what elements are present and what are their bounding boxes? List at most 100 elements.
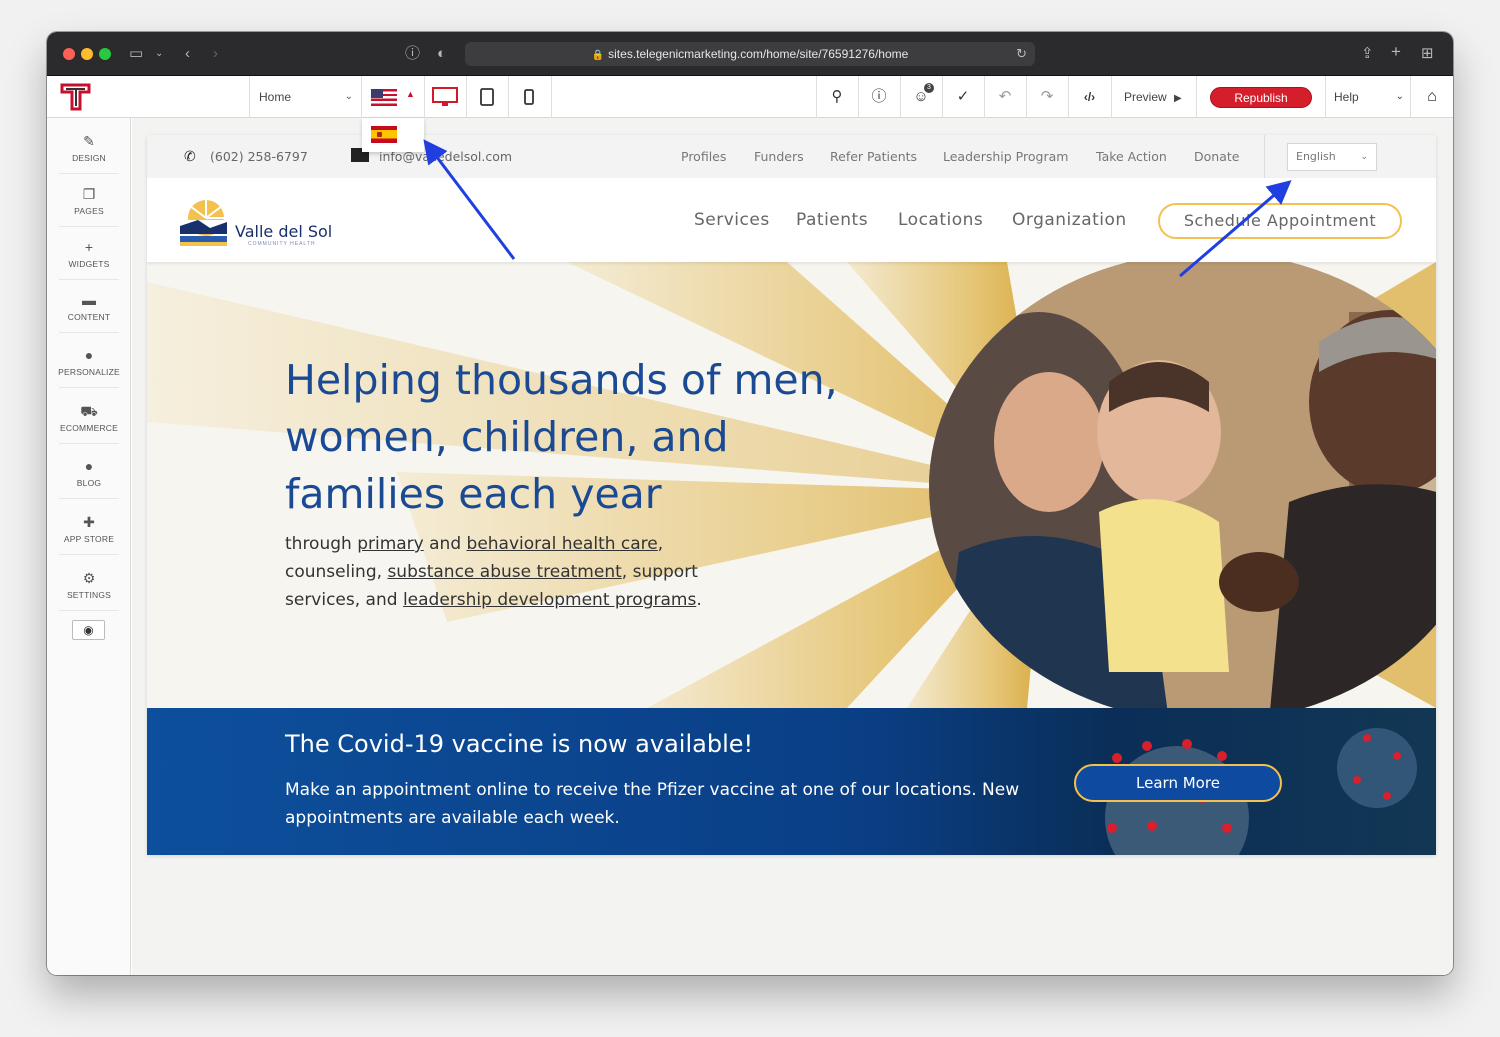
sidebar-item-personalize[interactable]: ● PERSONALIZE bbox=[47, 336, 131, 388]
home-button[interactable]: ⌂ bbox=[1411, 76, 1453, 118]
sidebar-item-pages[interactable]: ❐ PAGES bbox=[47, 175, 131, 227]
desktop-icon bbox=[432, 87, 458, 107]
share-icon[interactable]: ⇪ bbox=[1361, 44, 1374, 64]
puzzle-icon: ✚ bbox=[83, 514, 95, 530]
language-flag-dropdown bbox=[362, 118, 424, 152]
sidebar-item-blog[interactable]: ● BLOG bbox=[47, 447, 131, 499]
browser-window: ▭ ⌄ ‹ › ⓘ ◐ 🔒 sites.telegenicmarketing.co… bbox=[47, 32, 1453, 975]
language-select[interactable]: English ⌄ bbox=[1287, 143, 1377, 171]
tablet-icon bbox=[480, 88, 494, 106]
sidebar-item-label: BLOG bbox=[76, 478, 102, 488]
nav-services[interactable]: Services bbox=[694, 210, 770, 230]
preview-button[interactable]: Preview ▶ bbox=[1112, 76, 1196, 118]
comments-button[interactable]: ☺ 3 bbox=[900, 76, 942, 118]
sidebar-item-ecommerce[interactable]: ⛟ ECOMMERCE bbox=[47, 392, 131, 444]
undo-button[interactable]: ↶ bbox=[984, 76, 1026, 118]
schedule-appointment-button[interactable]: Schedule Appointment bbox=[1158, 203, 1402, 239]
sidebar-item-app-store[interactable]: ✚ APP STORE bbox=[47, 503, 131, 555]
sidebar-item-label: ECOMMERCE bbox=[60, 423, 118, 433]
chevron-down-icon: ⌄ bbox=[1360, 152, 1368, 162]
util-link-profiles[interactable]: Profiles bbox=[681, 149, 726, 164]
zoom-window-button[interactable] bbox=[99, 48, 111, 60]
sidebar-toggle-icon[interactable]: ▭ bbox=[129, 44, 143, 64]
address-bar[interactable]: 🔒 sites.telegenicmarketing.com/home/site/… bbox=[465, 42, 1035, 66]
sidebar-item-design[interactable]: ✎ DESIGN bbox=[47, 122, 131, 174]
sidebar-item-label: PAGES bbox=[74, 206, 104, 216]
phone-icon bbox=[524, 89, 534, 105]
link-leadership-development-programs[interactable]: leadership development programs bbox=[403, 590, 696, 610]
forward-icon[interactable]: › bbox=[213, 44, 218, 64]
util-link-funders[interactable]: Funders bbox=[754, 149, 804, 164]
website-preview: ✆ (602) 258-6797 info@valledelsol.com Pr… bbox=[147, 135, 1436, 855]
sidebar-item-settings[interactable]: ⚙ SETTINGS bbox=[47, 559, 131, 611]
nav-locations[interactable]: Locations bbox=[898, 210, 983, 230]
main-nav: Valle del Sol COMMUNITY HEALTH Services … bbox=[147, 178, 1436, 262]
code-icon: ‹/› bbox=[1083, 90, 1096, 104]
phone-number[interactable]: (602) 258-6797 bbox=[210, 149, 308, 164]
phone-icon: ✆ bbox=[184, 149, 196, 165]
notification-badge: 3 bbox=[924, 83, 934, 93]
undo-icon: ↶ bbox=[998, 88, 1012, 105]
chevron-down-icon[interactable]: ⌄ bbox=[155, 44, 163, 64]
password-manager-icon[interactable]: ⓘ bbox=[405, 44, 420, 64]
spain-flag-option[interactable] bbox=[371, 126, 397, 143]
redo-button[interactable]: ↷ bbox=[1026, 76, 1068, 118]
us-flag-icon bbox=[371, 89, 397, 106]
mobile-view-button[interactable] bbox=[508, 76, 550, 118]
back-icon[interactable]: ‹ bbox=[185, 44, 190, 64]
link-substance-abuse-treatment[interactable]: substance abuse treatment bbox=[387, 562, 621, 582]
sidebar-item-content[interactable]: ▬ CONTENT bbox=[47, 281, 131, 333]
tablet-view-button[interactable] bbox=[466, 76, 508, 118]
sidebar-item-widgets[interactable]: + WIDGETS bbox=[47, 228, 131, 280]
nav-patients[interactable]: Patients bbox=[796, 210, 868, 230]
preview-eye-button[interactable]: ◉ bbox=[72, 620, 105, 640]
covid-vaccine-banner: The Covid-19 vaccine is now available! M… bbox=[147, 708, 1436, 855]
page-select-value: Home bbox=[259, 90, 292, 104]
brand-subtitle: COMMUNITY HEALTH bbox=[248, 241, 316, 247]
editor-canvas: ✆ (602) 258-6797 info@valledelsol.com Pr… bbox=[132, 118, 1453, 975]
info-button[interactable]: ⓘ bbox=[858, 76, 900, 118]
telegenic-logo[interactable] bbox=[59, 81, 93, 113]
language-select-value: English bbox=[1296, 150, 1336, 163]
new-tab-icon[interactable]: + bbox=[1391, 42, 1401, 62]
reload-icon[interactable]: ↻ bbox=[1016, 42, 1027, 66]
language-flag-select[interactable]: ▲ bbox=[362, 76, 424, 118]
editor-sidebar: ✎ DESIGN ❐ PAGES + WIDGETS ▬ CONTENT ● P… bbox=[47, 118, 131, 975]
home-icon: ⌂ bbox=[1427, 88, 1437, 105]
browser-toolbar: ▭ ⌄ ‹ › ⓘ ◐ 🔒 sites.telegenicmarketing.co… bbox=[47, 32, 1453, 76]
page-select[interactable]: Home ⌄ bbox=[249, 76, 361, 118]
brand-name: Valle del Sol bbox=[235, 222, 333, 241]
info-icon: ⓘ bbox=[871, 88, 887, 105]
sidebar-item-label: SETTINGS bbox=[66, 590, 112, 600]
editor-toolbar: Home ⌄ ▲ ⚲ ⓘ ☺ 3 ✓ ↶ ↷ ‹/› Preview ▶ Rep… bbox=[47, 76, 1453, 118]
link-behavioral-health-care[interactable]: behavioral health care bbox=[467, 534, 658, 554]
nav-organization[interactable]: Organization bbox=[1012, 210, 1127, 230]
util-link-leadership-program[interactable]: Leadership Program bbox=[943, 149, 1068, 164]
publish-check-button[interactable]: ✓ bbox=[942, 76, 984, 118]
preview-label: Preview bbox=[1124, 90, 1167, 104]
covid-text: Make an appointment online to receive th… bbox=[285, 780, 1020, 828]
learn-more-button[interactable]: Learn More bbox=[1074, 764, 1282, 802]
valle-del-sol-logo[interactable] bbox=[180, 190, 230, 248]
minimize-window-button[interactable] bbox=[81, 48, 93, 60]
chevron-down-icon: ⌄ bbox=[344, 91, 353, 102]
republish-button[interactable]: Republish bbox=[1210, 87, 1312, 108]
util-link-take-action[interactable]: Take Action bbox=[1096, 149, 1167, 164]
redo-icon: ↷ bbox=[1040, 88, 1054, 105]
utility-bar: ✆ (602) 258-6797 info@valledelsol.com Pr… bbox=[147, 135, 1436, 178]
cart-icon: ⛟ bbox=[80, 403, 98, 419]
desktop-view-button[interactable] bbox=[424, 76, 466, 118]
link-primary[interactable]: primary bbox=[357, 534, 424, 554]
folder-icon: ▬ bbox=[82, 292, 96, 308]
tab-overview-icon[interactable]: ⊞ bbox=[1421, 44, 1434, 64]
shield-icon[interactable]: ◐ bbox=[437, 44, 446, 64]
search-button[interactable]: ⚲ bbox=[816, 76, 858, 118]
util-link-donate[interactable]: Donate bbox=[1194, 149, 1239, 164]
hero-section: Helping thousands of men, women, childre… bbox=[147, 262, 1436, 708]
checkmark-icon: ✓ bbox=[956, 88, 970, 105]
help-select[interactable]: Help ⌄ bbox=[1326, 76, 1410, 118]
sidebar-item-label: DESIGN bbox=[72, 153, 106, 163]
code-view-button[interactable]: ‹/› bbox=[1068, 76, 1111, 118]
util-link-refer-patients[interactable]: Refer Patients bbox=[830, 149, 917, 164]
close-window-button[interactable] bbox=[63, 48, 75, 60]
